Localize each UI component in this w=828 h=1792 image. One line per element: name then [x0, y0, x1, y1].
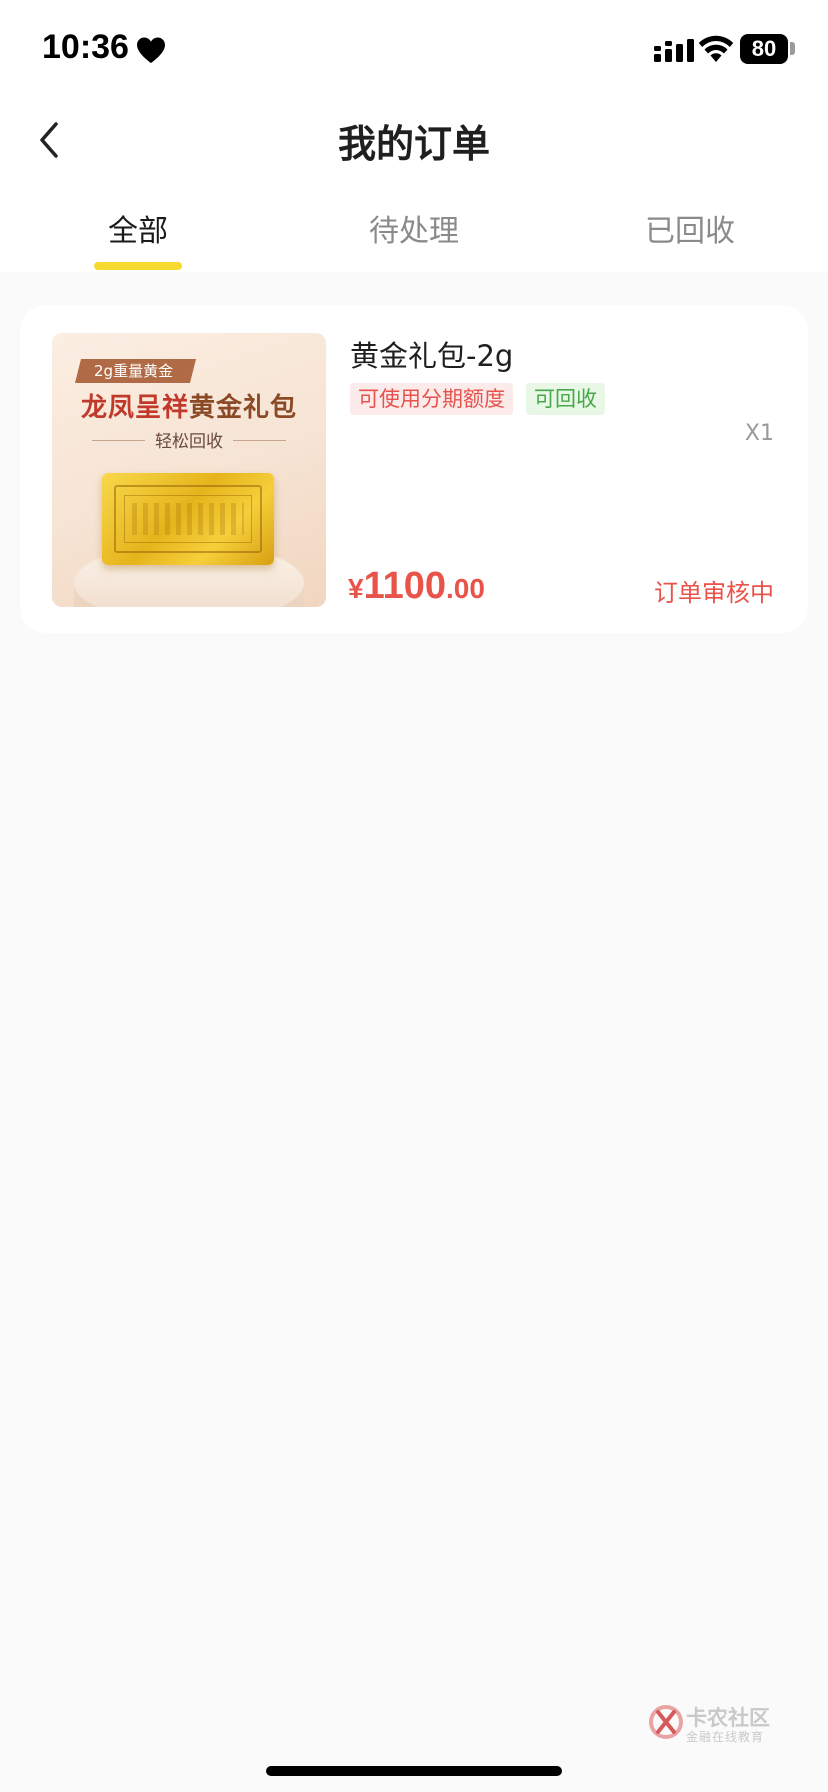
home-indicator[interactable]: [266, 1766, 562, 1776]
image-subtitle: 轻松回收: [52, 427, 326, 452]
order-card[interactable]: 2g重量黄金 龙凤呈祥黄金礼包 轻松回收 黄金礼包-2g 可使用分期额度 可回收…: [20, 305, 808, 633]
status-time: 10:36: [42, 28, 129, 66]
order-status: 订单审核中: [654, 579, 774, 607]
status-bar: 10:36 80: [0, 0, 828, 100]
battery-icon: 80: [740, 34, 788, 64]
order-price: ¥1100.00: [348, 565, 485, 608]
tag-installment: 可使用分期额度: [350, 383, 513, 415]
watermark-subtitle: 金融在线教育: [686, 1730, 765, 1744]
price-currency: ¥: [348, 573, 364, 604]
image-weight-badge: 2g重量黄金: [75, 359, 197, 383]
tag-recyclable: 可回收: [526, 383, 605, 415]
price-integer: 1100: [363, 565, 447, 607]
tab-pending[interactable]: 待处理: [334, 206, 494, 250]
image-title: 龙凤呈祥黄金礼包: [80, 393, 298, 423]
tab-recycled[interactable]: 已回收: [610, 206, 770, 250]
price-decimal: .00: [446, 573, 485, 604]
product-name: 黄金礼包-2g: [350, 339, 514, 373]
heart-icon: [137, 37, 165, 63]
cellular-signal-icon: [654, 39, 694, 62]
wifi-icon: [698, 35, 734, 62]
product-image[interactable]: 2g重量黄金 龙凤呈祥黄金礼包 轻松回收: [52, 333, 326, 607]
tab-all[interactable]: 全部: [58, 206, 218, 250]
watermark-logo-icon: [649, 1705, 683, 1739]
gold-bar-illustration: [102, 473, 274, 565]
order-tabs: 全部 待处理 已回收: [0, 196, 828, 272]
battery-cap: [790, 42, 795, 55]
page-title: 我的订单: [337, 122, 490, 166]
active-tab-indicator: [94, 262, 182, 270]
order-quantity: X1: [744, 421, 774, 446]
